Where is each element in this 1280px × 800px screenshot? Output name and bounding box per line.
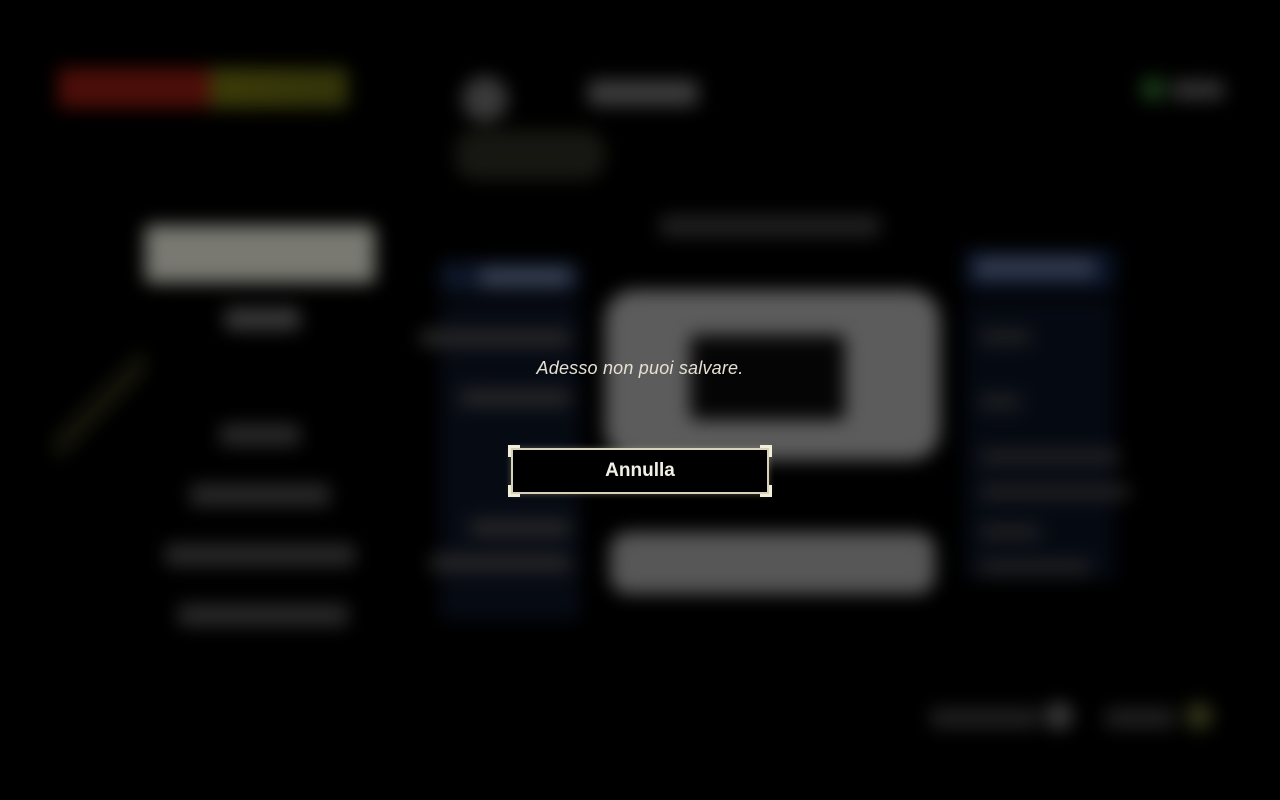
blurred-background-menu <box>0 0 1280 800</box>
right-panel-item <box>980 560 1090 574</box>
top-right-label <box>1172 80 1224 100</box>
menu-item <box>190 484 330 506</box>
button-hint-label <box>1105 708 1175 728</box>
right-panel-item <box>980 485 1130 499</box>
controller-button-icon <box>1045 702 1073 730</box>
selection-corner-icon <box>760 445 772 457</box>
left-panel-item <box>470 520 570 536</box>
right-panel-item <box>980 395 1020 409</box>
health-bar <box>58 68 348 108</box>
cancel-button[interactable]: Annulla <box>508 445 772 497</box>
left-panel-item <box>460 390 570 406</box>
menu-selected-item <box>145 225 375 283</box>
dialog-message: Adesso non puoi salvare. <box>536 358 744 378</box>
selection-corner-icon <box>508 485 520 497</box>
center-title <box>660 215 880 237</box>
controller-button-icon <box>1185 702 1213 730</box>
right-panel-item <box>980 450 1120 464</box>
cancel-button-label: Annulla <box>605 460 675 481</box>
right-panel-item <box>980 525 1040 539</box>
preview-base <box>610 532 935 594</box>
player-icon-glow <box>455 130 605 180</box>
top-label <box>588 80 698 106</box>
selection-corner-icon <box>508 445 520 457</box>
right-panel-item <box>980 330 1030 344</box>
selection-corner-icon <box>760 485 772 497</box>
button-hint-label <box>930 708 1040 728</box>
right-panel-header-label <box>975 258 1095 278</box>
menu-subtitle <box>225 308 300 330</box>
left-panel-item <box>430 555 570 571</box>
menu-item <box>165 544 355 566</box>
menu-item <box>220 424 300 446</box>
player-icon <box>462 76 508 122</box>
left-panel-header-label <box>480 268 570 286</box>
left-panel-item <box>420 330 570 346</box>
status-dot-icon <box>1140 76 1166 102</box>
menu-item <box>178 604 348 626</box>
